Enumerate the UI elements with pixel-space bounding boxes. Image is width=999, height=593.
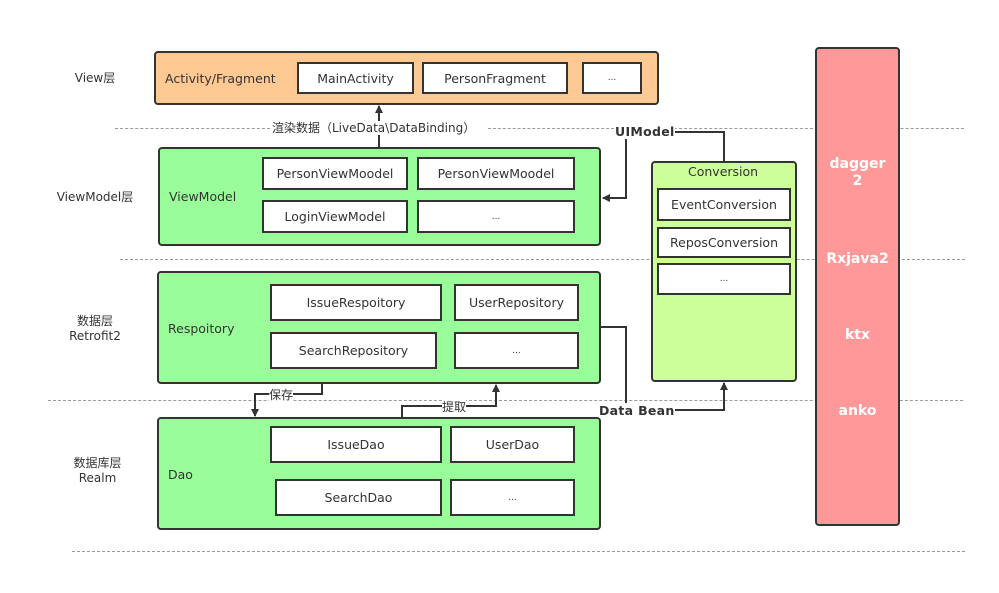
viewmodel-item-personviewmodel-1[interactable]: PersonViewMoodel xyxy=(262,157,408,190)
layer-label-db-line2: Realm xyxy=(78,471,117,485)
repository-item-issue[interactable]: IssueRespoitory xyxy=(270,284,442,321)
separator-bottom xyxy=(72,551,965,552)
dao-item-user[interactable]: UserDao xyxy=(450,426,575,463)
layer-label-viewmodel: ViewModel层 xyxy=(56,190,134,204)
repository-item-user[interactable]: UserRepository xyxy=(454,284,579,321)
dao-group-title: Dao xyxy=(168,467,193,482)
edge-label-databean: Data Bean xyxy=(599,403,675,418)
library-anko: anko xyxy=(838,403,877,419)
dao-item-more[interactable]: ... xyxy=(450,479,575,516)
library-dagger2-line2: 2 xyxy=(852,173,863,189)
library-dagger2: dagger 2 xyxy=(817,156,898,190)
layer-label-db: 数据库层 Realm xyxy=(50,456,145,486)
conversion-group-title: Conversion xyxy=(688,164,759,179)
edge-label-render-data: 渲染数据（LiveData\DataBinding） xyxy=(272,121,476,135)
viewmodel-item-more[interactable]: ... xyxy=(417,200,575,233)
edge-label-uimodel: UIModel xyxy=(615,124,675,139)
library-dagger2-line1: dagger xyxy=(829,156,886,172)
repository-group-title: Respoitory xyxy=(168,321,235,336)
separator-view-viewmodel-left xyxy=(115,128,270,129)
layer-label-view: View层 xyxy=(74,71,116,85)
view-item-more[interactable]: ... xyxy=(582,62,642,94)
repository-item-more[interactable]: ... xyxy=(454,332,579,369)
view-item-mainactivity[interactable]: MainActivity xyxy=(297,62,414,94)
edge-label-save: 保存 xyxy=(269,388,294,402)
library-ktx: ktx xyxy=(844,327,871,343)
edge-label-fetch: 提取 xyxy=(442,400,467,414)
viewmodel-item-loginviewmodel[interactable]: LoginViewModel xyxy=(262,200,408,233)
conversion-item-event[interactable]: EventConversion xyxy=(657,188,791,221)
layer-label-db-line1: 数据库层 xyxy=(73,456,122,470)
edge-databean xyxy=(601,326,627,403)
conversion-item-more[interactable]: ... xyxy=(657,263,791,295)
layer-label-data-line1: 数据层 xyxy=(76,314,113,328)
layer-label-data: 数据层 Retrofit2 xyxy=(50,314,140,344)
dao-item-issue[interactable]: IssueDao xyxy=(270,426,442,463)
repository-item-search[interactable]: SearchRepository xyxy=(270,332,437,369)
libraries-group[interactable]: dagger 2 Rxjava2 ktx anko xyxy=(815,47,900,526)
layer-label-data-line2: Retrofit2 xyxy=(69,329,121,343)
separator-view-viewmodel-mid xyxy=(488,128,614,129)
viewmodel-group-title: ViewModel xyxy=(169,189,237,204)
dao-item-search[interactable]: SearchDao xyxy=(275,479,442,516)
view-item-personfragment[interactable]: PersonFragment xyxy=(422,62,568,94)
view-group-title: Activity/Fragment xyxy=(165,71,276,86)
conversion-item-repos[interactable]: ReposConversion xyxy=(657,227,791,258)
edge-databean-to-conversion xyxy=(672,382,728,411)
viewmodel-item-personviewmodel-2[interactable]: PersonViewMoodel xyxy=(417,157,575,190)
library-rxjava2: Rxjava2 xyxy=(826,251,889,267)
